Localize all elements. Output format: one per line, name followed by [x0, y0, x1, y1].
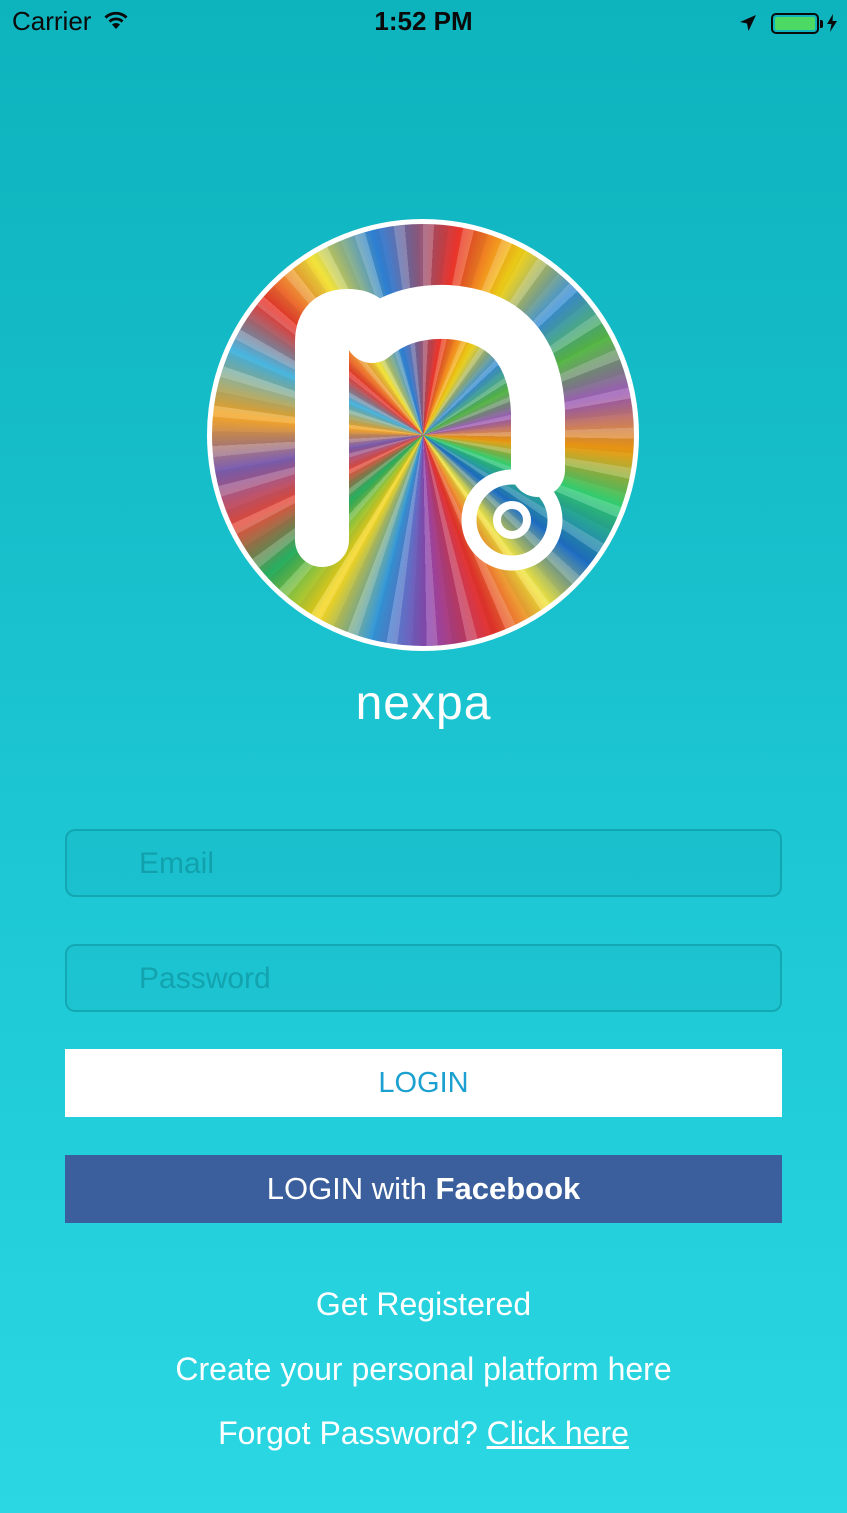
status-bar: Carrier 1:52 PM — [0, 0, 847, 44]
app-name: nexpa — [355, 677, 492, 730]
facebook-button-prefix: LOGIN with — [266, 1171, 436, 1206]
app-logo — [207, 219, 639, 651]
login-screen: Carrier 1:52 PM nexpa Email LOGIN LOGIN … — [0, 0, 847, 1513]
password-input[interactable] — [137, 946, 761, 1012]
status-time: 1:52 PM — [374, 6, 473, 36]
email-input[interactable] — [137, 831, 761, 897]
battery-icon — [771, 13, 819, 34]
forgot-password-link[interactable]: Click here — [487, 1415, 629, 1451]
charging-bolt-icon — [827, 8, 837, 39]
facebook-login-button[interactable]: LOGIN with Facebook — [65, 1155, 782, 1223]
forgot-password-label: Forgot Password? — [218, 1415, 487, 1451]
battery-level — [775, 17, 815, 30]
nexpa-logo-mark-icon — [295, 284, 565, 571]
get-registered-link[interactable]: Get Registered — [0, 1286, 847, 1323]
location-icon — [739, 8, 757, 39]
status-right — [739, 8, 837, 39]
platform-tagline: Create your personal platform here — [175, 1351, 672, 1387]
facebook-button-brand: Facebook — [435, 1171, 581, 1206]
forgot-password-row: Forgot Password? Click here — [0, 1415, 847, 1452]
email-field-container — [65, 829, 782, 897]
login-button[interactable]: LOGIN — [65, 1049, 782, 1117]
battery-nub — [820, 19, 823, 28]
password-field-container — [65, 944, 782, 1012]
